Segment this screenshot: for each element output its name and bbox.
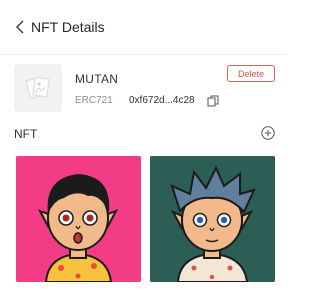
image-placeholder-icon <box>25 76 50 99</box>
chevron-left-icon[interactable] <box>14 20 26 34</box>
token-standard: ERC721 <box>75 95 113 106</box>
page-header: NFT Details <box>0 0 287 55</box>
copy-icon[interactable] <box>207 95 219 107</box>
nft-card[interactable] <box>150 156 275 282</box>
nft-details-panel: NFT Details MUTAN ERC721 0xf672d...4c28 … <box>0 0 288 297</box>
page-title: NFT Details <box>31 19 105 35</box>
delete-button[interactable]: Delete <box>227 65 275 82</box>
collection-info: MUTAN ERC721 0xf672d...4c28 Delete <box>0 60 287 118</box>
nft-section-label: NFT <box>14 127 38 141</box>
collection-name: MUTAN <box>75 72 119 86</box>
nft-card[interactable] <box>16 156 141 282</box>
scrollbar[interactable] <box>287 0 291 297</box>
add-circle-icon[interactable] <box>261 126 275 140</box>
nft-image <box>16 156 141 282</box>
contract-address: 0xf672d...4c28 <box>129 95 195 106</box>
nft-image <box>150 156 275 282</box>
collection-thumbnail <box>14 64 62 112</box>
